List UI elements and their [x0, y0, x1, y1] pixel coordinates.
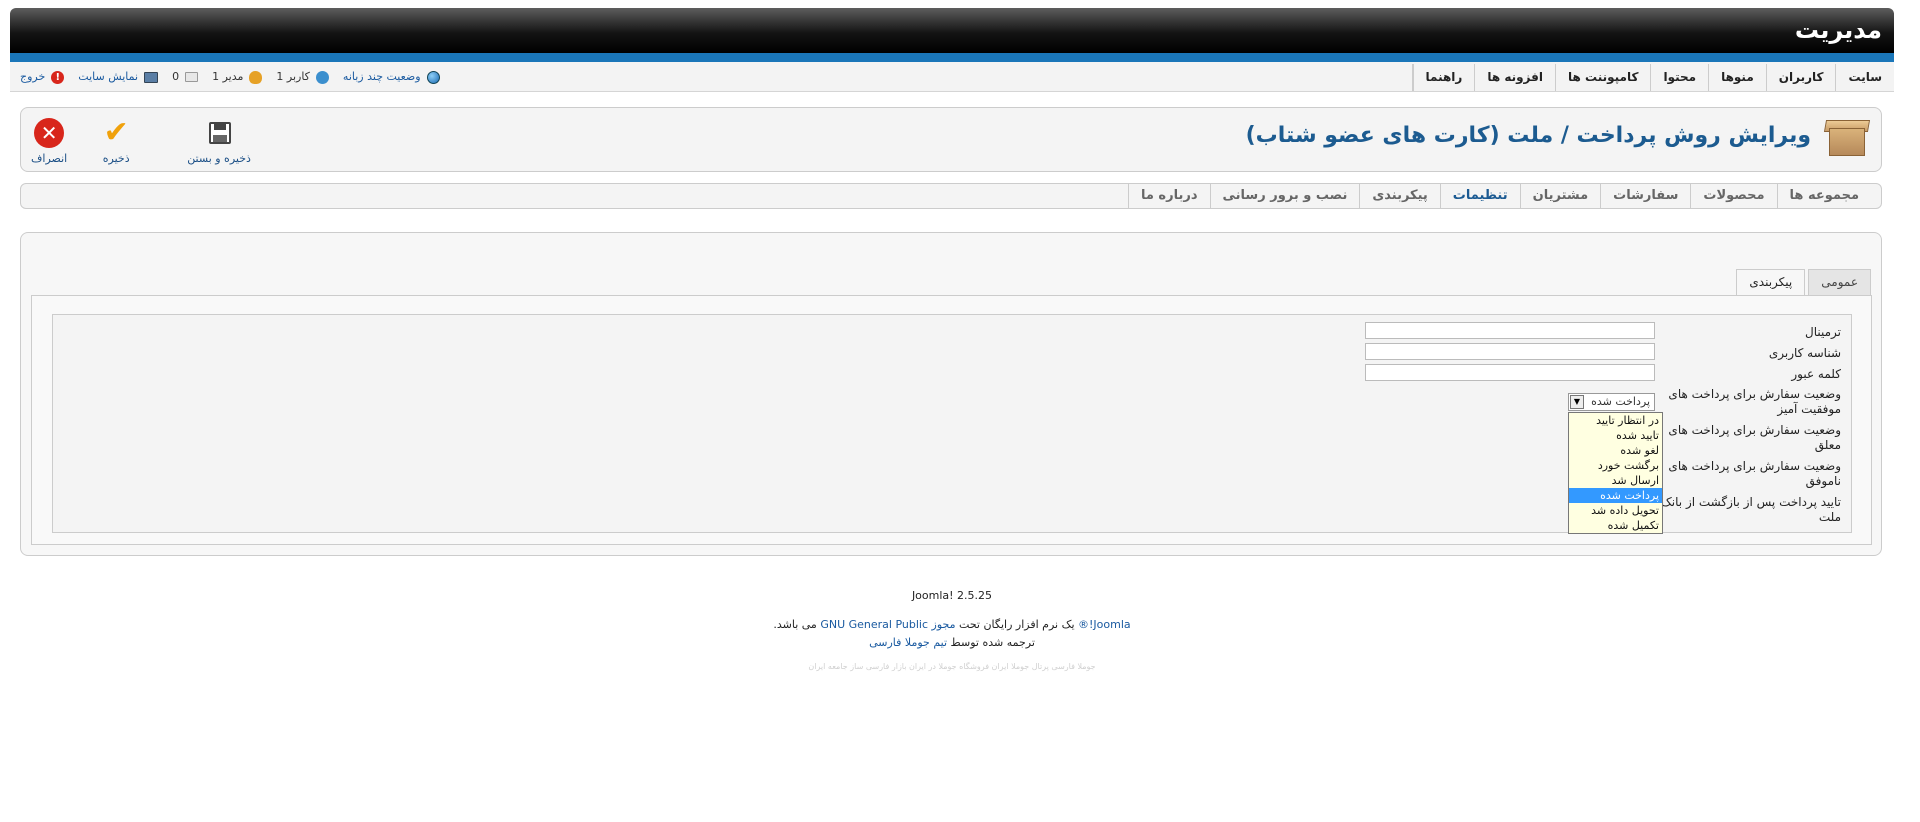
submenu-products[interactable]: محصولات: [1690, 184, 1776, 208]
status-option[interactable]: تکمیل شده: [1569, 518, 1662, 533]
status-option[interactable]: ارسال شد: [1569, 473, 1662, 488]
save-label: ذخیره: [102, 152, 130, 165]
save-close-label: ذخیره و بستن: [187, 152, 251, 165]
status-option[interactable]: تایید شده: [1569, 428, 1662, 443]
username-input[interactable]: [1365, 343, 1655, 360]
persian-team-link[interactable]: تیم جوملا فارسی: [869, 636, 947, 649]
admin-user-icon: [249, 70, 263, 84]
toolbar-panel: ویرایش روش پرداخت / ملت (کارت های عضو شت…: [20, 107, 1882, 172]
failed-status-label: وضعیت سفارش برای پرداخت های ناموفق: [1668, 459, 1841, 488]
joomla-link[interactable]: Joomla!®: [1078, 618, 1131, 631]
submenu-configuration[interactable]: پیکربندی: [1359, 184, 1439, 208]
menu-item-content[interactable]: محتوا: [1650, 64, 1708, 91]
config-fieldset: ترمینال شناسه کاربری کلمه عبور وضعیت سفا…: [52, 314, 1852, 534]
save-button[interactable]: ✔ ذخیره: [101, 115, 131, 166]
component-submenu: مجموعه ها محصولات سفارشات مشتریان تنظیما…: [20, 183, 1882, 209]
main-menubar: سایت کاربران منوها محتوا کامپوننت ها افز…: [10, 62, 1894, 92]
messages-icon[interactable]: [185, 72, 199, 82]
status-bar: خروج ! نمایش سایت 0 1 مدیر 1 کاربر وضعیت…: [20, 62, 440, 92]
logout-icon[interactable]: !: [51, 70, 65, 84]
success-status-select[interactable]: پرداخت شده ▼: [1568, 393, 1655, 411]
username-label: شناسه کاربری: [1768, 346, 1841, 360]
checkmark-icon: ✔: [103, 115, 129, 150]
tab-general[interactable]: عمومی: [1808, 269, 1871, 295]
menu-item-site[interactable]: سایت: [1835, 64, 1894, 91]
submenu-install-update[interactable]: نصب و برور رسانی: [1209, 184, 1360, 208]
main-menu: سایت کاربران منوها محتوا کامپوننت ها افز…: [1411, 64, 1894, 91]
view-site-link[interactable]: نمایش سایت: [78, 62, 138, 92]
submenu-about[interactable]: درباره ما: [1127, 184, 1210, 208]
menu-item-users[interactable]: کاربران: [1765, 64, 1836, 91]
footer-license: Joomla!® یک نرم افزار رایگان تحت مجوز GN…: [10, 618, 1894, 631]
admin-window: مدیریت سایت کاربران منوها محتوا کامپوننت…: [10, 8, 1894, 671]
pending-status-label: وضعیت سفارش برای پرداخت های معلق: [1668, 423, 1841, 452]
menu-item-extensions[interactable]: افزونه ها: [1474, 64, 1555, 91]
status-option[interactable]: در انتظار تایید: [1569, 413, 1662, 428]
license-end-text: می باشد.: [773, 618, 817, 631]
header-accent-line: [10, 53, 1894, 62]
footer-faint-links: جوملا فارسی پرتال جوملا ایران فروشگاه جو…: [808, 662, 1096, 671]
password-input[interactable]: [1365, 364, 1655, 381]
floppy-disk-icon: [204, 118, 234, 148]
status-option-selected[interactable]: پرداخت شده: [1569, 488, 1662, 503]
users-count: 1 کاربر: [276, 70, 310, 83]
status-option[interactable]: لغو شده: [1569, 443, 1662, 458]
content-panel: عمومی پیکربندی ترمینال شناسه کاربری کلمه…: [20, 232, 1882, 556]
users-icon: [315, 70, 329, 84]
cancel-label: انصراف: [31, 152, 68, 165]
translated-by-text: ترجمه شده توسط: [950, 636, 1035, 649]
cancel-icon: ✕: [34, 118, 65, 148]
cancel-button[interactable]: ✕ انصراف: [31, 118, 67, 165]
toolbar-buttons: ✕ انصراف ✔ ذخیره ذخیره و بستن: [31, 115, 251, 166]
submenu-settings[interactable]: تنظیمات: [1439, 184, 1520, 208]
terminal-label: ترمینال: [1804, 325, 1841, 339]
page-title: ویرایش روش پرداخت / ملت (کارت های عضو شت…: [1245, 123, 1811, 148]
submenu-customers[interactable]: مشتریان: [1519, 184, 1601, 208]
package-icon: [1823, 116, 1871, 160]
gpl-license-link[interactable]: مجوز GNU General Public: [820, 618, 955, 631]
submenu-collections[interactable]: مجموعه ها: [1776, 184, 1871, 208]
success-status-label: وضعیت سفارش برای پرداخت های موفقیت آمیز: [1668, 387, 1841, 416]
footer-translation: ترجمه شده توسط تیم جوملا فارسی: [10, 636, 1894, 649]
brand-title: مدیریت: [1794, 16, 1882, 44]
terminal-input[interactable]: [1365, 322, 1655, 339]
globe-icon[interactable]: [426, 70, 440, 84]
success-status-value: پرداخت شده: [1591, 395, 1650, 408]
admins-count: 1 مدیر: [212, 70, 244, 83]
status-dropdown-list: در انتظار تایید تایید شده لغو شده برگشت …: [1568, 412, 1663, 534]
menu-item-help[interactable]: راهنما: [1412, 64, 1475, 91]
messages-count: 0: [172, 70, 180, 83]
submenu-items: مجموعه ها محصولات سفارشات مشتریان تنظیما…: [1127, 184, 1871, 208]
menu-item-components[interactable]: کامپوننت ها: [1555, 64, 1650, 91]
footer-version: Joomla! 2.5.25: [911, 589, 993, 602]
menu-item-menus[interactable]: منوها: [1708, 64, 1766, 91]
tab-panel-config: ترمینال شناسه کاربری کلمه عبور وضعیت سفا…: [31, 295, 1872, 545]
save-close-button[interactable]: ذخیره و بستن: [187, 118, 251, 165]
logout-link[interactable]: خروج: [20, 62, 45, 92]
view-site-icon[interactable]: [144, 71, 159, 83]
tab-config[interactable]: پیکربندی: [1736, 269, 1806, 296]
status-option[interactable]: برگشت خورد: [1569, 458, 1662, 473]
form-tabs: عمومی پیکربندی: [1736, 269, 1871, 296]
password-label: کلمه عبور: [1791, 367, 1841, 381]
verify-payment-label: تایید پرداخت پس از بازگشت از بانک ملت: [1661, 495, 1841, 524]
chevron-down-icon[interactable]: ▼: [1570, 395, 1584, 409]
submenu-orders[interactable]: سفارشات: [1600, 184, 1690, 208]
header-bar: مدیریت: [10, 8, 1894, 53]
license-text: یک نرم افزار رایگان تحت: [959, 618, 1075, 631]
multilang-status-link[interactable]: وضعیت چند زبانه: [343, 62, 421, 92]
status-option[interactable]: تحویل داده شد: [1569, 503, 1662, 518]
